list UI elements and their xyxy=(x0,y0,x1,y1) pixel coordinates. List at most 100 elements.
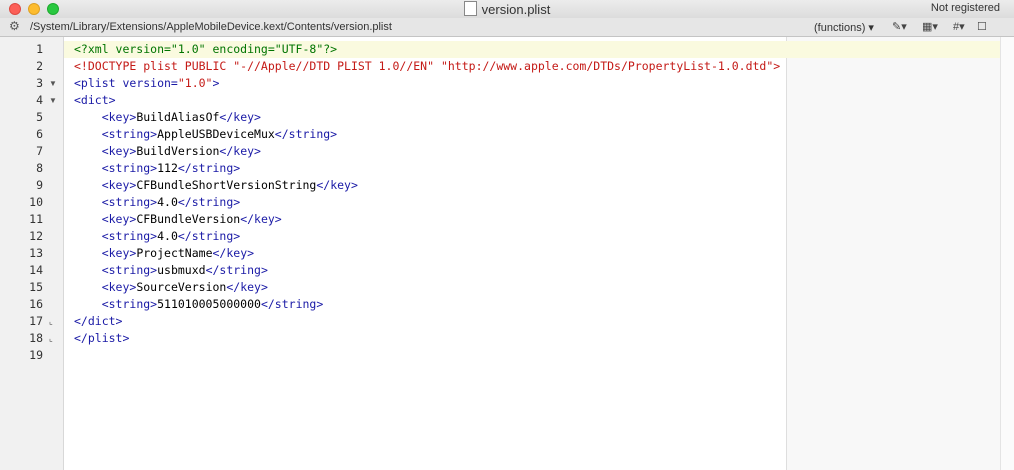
symbols-popup[interactable]: ▦▾ xyxy=(922,20,938,33)
code-token: </string> xyxy=(274,127,338,141)
window-title-text: version.plist xyxy=(481,2,551,17)
line-number: 18 xyxy=(29,331,43,345)
code-line[interactable]: <string>usbmuxd</string> xyxy=(64,262,1014,279)
code-token: usbmuxd xyxy=(157,263,206,277)
code-token: CFBundleShortVersionString xyxy=(136,178,317,192)
code-line[interactable]: <key>ProjectName</key> xyxy=(64,245,1014,262)
code-line[interactable] xyxy=(64,347,1014,364)
code-token: <string> xyxy=(101,263,158,277)
code-token: <string> xyxy=(101,297,158,311)
line-number: 19 xyxy=(29,348,43,362)
code-token: <?xml version="1.0" encoding="UTF-8"?> xyxy=(74,42,338,56)
line-number: 16 xyxy=(29,297,43,311)
code-line[interactable]: <?xml version="1.0" encoding="UTF-8"?> xyxy=(64,41,1014,58)
code-token: </key> xyxy=(219,144,261,158)
line-number: 1 xyxy=(36,42,43,56)
file-path-popup[interactable]: /System/Library/Extensions/AppleMobileDe… xyxy=(30,21,392,33)
code-line-text: <string>AppleUSBDeviceMux</string> xyxy=(74,126,337,143)
code-token: BuildVersion xyxy=(136,144,220,158)
code-token: > xyxy=(212,76,220,90)
code-line[interactable]: <key>SourceVersion</key> xyxy=(64,279,1014,296)
line-number: 11 xyxy=(29,212,43,226)
line-number: 5 xyxy=(36,110,43,124)
line-number: 4 xyxy=(36,93,43,107)
document-icon[interactable] xyxy=(463,1,477,16)
vertical-scrollbar[interactable] xyxy=(1000,37,1014,470)
code-line-text: <key>BuildVersion</key> xyxy=(74,143,261,160)
code-token: <string> xyxy=(101,195,158,209)
code-token: </string> xyxy=(205,263,268,277)
code-token: <key> xyxy=(101,212,137,226)
code-line[interactable]: <plist version="1.0"> xyxy=(64,75,1014,92)
bookmark-popup[interactable]: ✎▾ xyxy=(892,20,907,33)
code-token: "1.0" xyxy=(177,76,213,90)
fold-toggle-icon[interactable]: ▼ xyxy=(49,92,57,109)
code-token: <string> xyxy=(101,127,158,141)
code-token: <key> xyxy=(101,280,137,294)
line-number: 13 xyxy=(29,246,43,260)
line-number: 8 xyxy=(36,161,43,175)
code-token: </dict> xyxy=(74,314,123,328)
code-token: </string> xyxy=(260,297,324,311)
code-token: version= xyxy=(122,76,178,90)
line-number: 15 xyxy=(29,280,43,294)
code-line[interactable]: <key>CFBundleVersion</key> xyxy=(64,211,1014,228)
fold-toggle-icon[interactable]: ▼ xyxy=(49,75,57,92)
code-token: SourceVersion xyxy=(136,280,227,294)
code-token: AppleUSBDeviceMux xyxy=(157,127,275,141)
gear-icon[interactable]: ⚙ xyxy=(9,19,20,33)
code-token: <string> xyxy=(101,161,158,175)
code-line[interactable]: <string>4.0</string> xyxy=(64,194,1014,211)
code-token: BuildAliasOf xyxy=(136,110,220,124)
code-line[interactable]: <dict> xyxy=(64,92,1014,109)
code-line-text: <string>4.0</string> xyxy=(74,228,240,245)
code-line[interactable]: </plist> xyxy=(64,330,1014,347)
code-line[interactable]: <string>AppleUSBDeviceMux</string> xyxy=(64,126,1014,143)
code-line[interactable]: <string>4.0</string> xyxy=(64,228,1014,245)
code-line-text: <!DOCTYPE plist PUBLIC "-//Apple//DTD PL… xyxy=(74,58,780,75)
code-token: <key> xyxy=(101,246,137,260)
code-line[interactable]: <string>511010005000000</string> xyxy=(64,296,1014,313)
code-line-text: <key>BuildAliasOf</key> xyxy=(74,109,261,126)
code-token: <string> xyxy=(101,229,158,243)
code-token: </key> xyxy=(316,178,358,192)
code-token: </string> xyxy=(177,195,241,209)
code-token: </plist> xyxy=(74,331,130,345)
code-line[interactable]: <string>112</string> xyxy=(64,160,1014,177)
navigation-bar: ⚙ /System/Library/Extensions/AppleMobile… xyxy=(0,18,1014,37)
code-line-text: <string>112</string> xyxy=(74,160,240,177)
code-line-text: <string>4.0</string> xyxy=(74,194,240,211)
line-number: 14 xyxy=(29,263,43,277)
code-line[interactable]: <!DOCTYPE plist PUBLIC "-//Apple//DTD PL… xyxy=(64,58,1014,75)
code-token: </string> xyxy=(177,161,241,175)
code-line[interactable]: <key>BuildVersion</key> xyxy=(64,143,1014,160)
code-token: </string> xyxy=(177,229,241,243)
fold-end-icon: ⌞ xyxy=(49,334,53,343)
code-line-text: <key>ProjectName</key> xyxy=(74,245,254,262)
code-editor[interactable]: 1 2 3 ▼ 4 ▼ 5 6 7 8 9 10 11 12 13 14 15 16 17 ⌞ 18 ⌞ 19 <?xml … xyxy=(0,37,1014,470)
code-line-text: <?xml version="1.0" encoding="UTF-8"?> xyxy=(74,41,337,58)
code-area[interactable]: <?xml version="1.0" encoding="UTF-8"?> <!… xyxy=(64,37,1014,470)
hash-popup[interactable]: #▾ xyxy=(953,20,965,33)
code-line[interactable]: <key>BuildAliasOf</key> xyxy=(64,109,1014,126)
code-line[interactable]: <key>CFBundleShortVersionString</key> xyxy=(64,177,1014,194)
line-number: 6 xyxy=(36,127,43,141)
line-number: 10 xyxy=(29,195,43,209)
code-token: </key> xyxy=(212,246,255,260)
code-token: 511010005000000 xyxy=(157,297,261,311)
code-token: <plist xyxy=(74,76,123,90)
code-line-text: </plist> xyxy=(74,330,129,347)
code-line-text: <string>511010005000000</string> xyxy=(74,296,324,313)
registration-status: Not registered xyxy=(930,2,1000,14)
code-line[interactable]: </dict> xyxy=(64,313,1014,330)
document-icon-button[interactable]: ☐ xyxy=(977,20,987,33)
functions-popup[interactable]: (functions) ▾ xyxy=(814,21,874,34)
line-number: 17 xyxy=(29,314,43,328)
